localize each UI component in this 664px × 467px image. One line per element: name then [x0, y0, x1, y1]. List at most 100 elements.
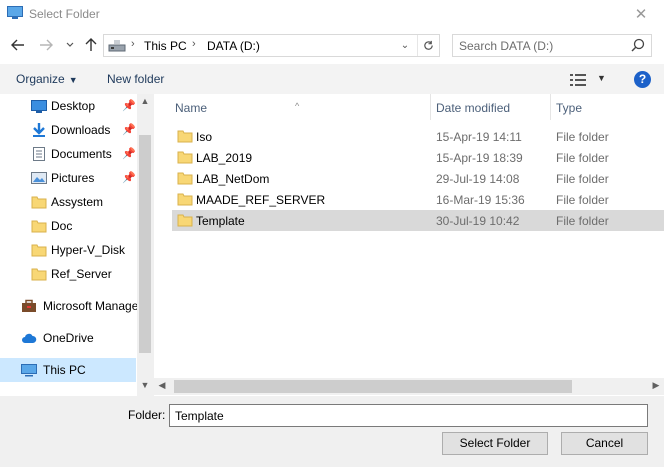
search-icon — [631, 38, 645, 52]
refresh-icon — [424, 40, 433, 50]
nav-item-label: Doc — [51, 219, 73, 233]
caret-down-icon: ▼ — [68, 75, 78, 85]
desktop-icon — [31, 100, 47, 113]
scroll-down-icon[interactable]: ▼ — [137, 380, 153, 394]
computer-icon — [21, 364, 37, 377]
column-header-date-modified[interactable]: Date modified — [431, 94, 550, 120]
dialog-footer: Folder: Select Folder Cancel — [0, 396, 664, 467]
nav-item-label: Ref_Server — [51, 267, 112, 281]
new-folder-label: New folder — [107, 72, 165, 86]
nav-item-label: Assystem — [51, 195, 104, 209]
breadcrumb-separator-icon: › — [131, 38, 135, 50]
nav-item-label: Microsoft Manage — [43, 299, 139, 313]
breadcrumb-this-pc[interactable]: This PC — [144, 39, 187, 53]
up-button[interactable] — [82, 36, 100, 54]
nav-item-ref-server[interactable]: Ref_Server — [0, 262, 136, 286]
change-view-button[interactable]: ▼ — [570, 72, 610, 88]
nav-item-label: Pictures — [51, 171, 95, 185]
nav-item-downloads[interactable]: Downloads 📌 — [0, 118, 136, 142]
nav-item-doc[interactable]: Doc — [0, 214, 136, 238]
help-button[interactable]: ? — [634, 71, 651, 88]
file-date: 16-Mar-19 15:36 — [436, 193, 525, 207]
scroll-up-icon[interactable]: ▲ — [137, 96, 153, 110]
file-date: 15-Apr-19 14:11 — [436, 130, 522, 144]
new-folder-button[interactable]: New folder — [107, 72, 164, 86]
organize-label: Organize — [16, 72, 65, 86]
nav-item-label: Documents — [51, 147, 112, 161]
file-type: File folder — [556, 214, 609, 228]
folder-icon — [31, 268, 47, 281]
nav-item-assystem[interactable]: Assystem — [0, 190, 136, 214]
address-bar[interactable]: › This PC › DATA (D:) ⌄ — [103, 34, 440, 57]
file-type: File folder — [556, 130, 609, 144]
file-name: LAB_2019 — [196, 151, 253, 165]
briefcase-icon — [22, 299, 36, 312]
nav-item-microsoft-manage[interactable]: Microsoft Manage — [0, 294, 139, 318]
chevron-down-icon — [66, 42, 74, 47]
scroll-thumb[interactable] — [139, 135, 151, 353]
nav-item-label: Hyper-V_Disk — [51, 243, 126, 257]
back-button[interactable] — [9, 36, 27, 54]
file-row-maade-ref-server[interactable]: MAADE_REF_SERVER 16-Mar-19 15:36 File fo… — [172, 189, 664, 210]
refresh-button[interactable] — [417, 35, 439, 56]
app-window-icon — [7, 6, 23, 19]
select-folder-button[interactable]: Select Folder — [442, 432, 548, 455]
organize-button[interactable]: Organize ▼ — [16, 72, 78, 86]
cancel-button[interactable]: Cancel — [561, 432, 648, 455]
nav-scrollbar[interactable]: ▲ ▼ — [137, 94, 153, 396]
nav-item-desktop[interactable]: Desktop 📌 — [0, 94, 136, 118]
file-row-lab-2019[interactable]: LAB_2019 15-Apr-19 18:39 File folder — [172, 147, 664, 168]
file-type: File folder — [556, 193, 609, 207]
column-type-label: Type — [556, 101, 583, 115]
file-row-template[interactable]: Template 30-Jul-19 10:42 File folder — [172, 210, 664, 231]
breadcrumb-data-drive[interactable]: DATA (D:) — [207, 39, 260, 53]
scroll-thumb[interactable] — [174, 380, 572, 393]
nav-item-documents[interactable]: Documents 📌 — [0, 142, 136, 166]
close-button[interactable]: ✕ — [618, 0, 664, 28]
address-dropdown-button[interactable]: ⌄ — [397, 38, 413, 54]
documents-icon — [33, 147, 45, 161]
nav-item-label: Desktop — [51, 99, 96, 113]
file-name: LAB_NetDom — [196, 172, 270, 186]
horizontal-scrollbar[interactable]: ◀ ▶ — [154, 378, 664, 395]
file-date: 30-Jul-19 10:42 — [436, 214, 520, 228]
file-type: File folder — [556, 151, 609, 165]
folder-icon — [177, 214, 193, 227]
folder-icon — [177, 151, 193, 164]
title-bar: Select Folder ✕ — [0, 0, 664, 28]
column-header-name[interactable]: ^ Name — [154, 94, 431, 120]
breadcrumb-separator-icon: › — [192, 38, 196, 50]
window-title: Select Folder — [29, 7, 100, 21]
file-list: ^ Name Date modified Type Iso 15-Apr-19 … — [154, 94, 664, 396]
nav-item-pictures[interactable]: Pictures 📌 — [0, 166, 136, 190]
file-row-iso[interactable]: Iso 15-Apr-19 14:11 File folder — [172, 126, 664, 147]
caret-down-icon: ▼ — [597, 73, 606, 83]
recent-locations-button[interactable] — [61, 36, 79, 54]
nav-item-hyper-v-disk[interactable]: Hyper-V_Disk — [0, 238, 136, 262]
nav-item-onedrive[interactable]: OneDrive — [0, 326, 136, 350]
address-row: › This PC › DATA (D:) ⌄ — [0, 28, 664, 64]
nav-item-label: This PC — [43, 363, 86, 377]
column-date-label: Date modified — [436, 101, 511, 115]
file-row-lab-netdom[interactable]: LAB_NetDom 29-Jul-19 14:08 File folder — [172, 168, 664, 189]
folder-icon — [31, 220, 47, 233]
scroll-left-icon[interactable]: ◀ — [154, 380, 170, 393]
nav-item-label: Downloads — [51, 123, 111, 137]
search-box[interactable] — [452, 34, 652, 57]
file-name: Iso — [196, 130, 213, 144]
forward-button[interactable] — [37, 36, 55, 54]
sort-ascending-icon: ^ — [295, 101, 300, 111]
arrow-up-icon — [85, 38, 97, 51]
nav-item-this-pc[interactable]: This PC — [0, 358, 136, 382]
folder-icon — [177, 172, 193, 185]
scroll-right-icon[interactable]: ▶ — [648, 380, 664, 393]
file-date: 29-Jul-19 14:08 — [436, 172, 520, 186]
pictures-icon — [31, 172, 47, 184]
command-bar: Organize ▼ New folder ▼ ? — [0, 64, 664, 94]
folder-input[interactable] — [169, 404, 648, 427]
pin-icon: 📌 — [122, 124, 136, 136]
close-icon: ✕ — [634, 6, 648, 23]
file-date: 15-Apr-19 18:39 — [436, 151, 523, 165]
search-input[interactable] — [453, 35, 623, 56]
column-header-type[interactable]: Type — [551, 94, 664, 120]
